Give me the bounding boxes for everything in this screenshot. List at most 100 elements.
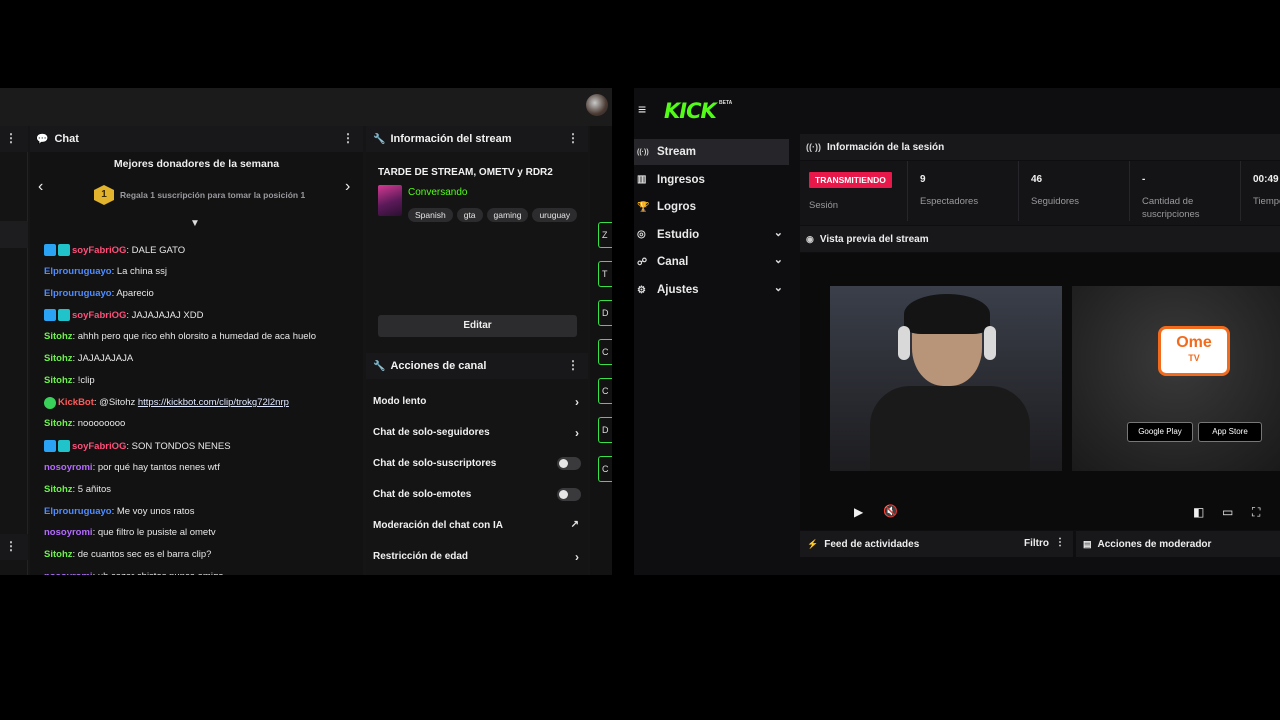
channel-action-item[interactable]: Restricción de edad › <box>373 550 583 564</box>
sidebar-item-label: Logros <box>657 201 696 214</box>
more-options-icon[interactable]: ⋮ <box>5 539 17 553</box>
toggle-switch[interactable] <box>557 457 581 470</box>
channel-action-item[interactable]: Moderación del chat con IA ↗ <box>373 519 583 531</box>
sidebar-item-estudio[interactable]: ◎ Estudio ⌄ <box>634 222 789 248</box>
verified-icon <box>44 396 56 409</box>
channel-action-label: Chat de solo-suscriptores <box>373 458 497 469</box>
chat-message: soyFabriOG: SON TONDOS NENES <box>44 440 231 453</box>
quick-action-button[interactable]: D <box>598 417 612 443</box>
external-link-icon[interactable]: ↗ <box>571 519 579 530</box>
more-options-icon[interactable]: ⋮ <box>5 131 17 145</box>
channel-action-item[interactable]: Chat de solo-seguidores › <box>373 426 583 440</box>
chat-message: Elprouruguayo: Me voy unos ratos <box>44 506 194 517</box>
quick-action-button[interactable]: T <box>598 261 612 287</box>
quick-action-button[interactable]: C <box>598 339 612 365</box>
google-play-badge: Google Play <box>1127 422 1193 442</box>
chevron-right-icon[interactable]: › <box>575 395 579 409</box>
chat-text: : ahhh pero que rico ehh olorsito a hume… <box>72 331 316 343</box>
sidebar-item-logros[interactable]: 🏆 Logros <box>634 194 789 220</box>
tag: gta <box>456 208 483 222</box>
live-status-badge: TRANSMITIENDO <box>809 172 892 188</box>
trophy-icon: 🏆 <box>637 201 650 213</box>
chat-message: Sitohz: ahhh pero que rico ehh olorsito … <box>44 331 316 342</box>
wrench-icon: 🔧 <box>373 133 386 145</box>
left-strip-item[interactable] <box>0 221 28 248</box>
webcam-feed <box>830 286 1062 471</box>
divider <box>1240 161 1241 221</box>
chat-message: nosoyromi: uh cazar chistes nunca amigo <box>44 571 224 575</box>
chat-username[interactable]: soyFabriOG <box>72 245 126 256</box>
fullscreen-icon[interactable]: ⛶ <box>1252 505 1260 520</box>
chevron-down-icon[interactable]: ⌄ <box>774 281 783 294</box>
chevron-right-icon[interactable]: › <box>575 550 579 564</box>
pip-icon[interactable]: ◧ <box>1193 505 1204 519</box>
badge-icon <box>44 309 56 322</box>
sidebar-item-canal[interactable]: ☍ Canal ⌄ <box>634 249 789 275</box>
channel-icon: ☍ <box>637 256 648 268</box>
more-options-icon[interactable]: ⋮ <box>567 358 579 372</box>
chat-username[interactable]: Elprouruguayo <box>44 288 112 299</box>
chat-text: : La china ssj <box>111 265 168 277</box>
viewers-value: 9 <box>920 174 926 185</box>
chevron-right-icon[interactable]: › <box>345 178 350 196</box>
filter-button[interactable]: Filtro <box>1024 538 1049 549</box>
channel-action-item[interactable]: Modo lento › <box>373 395 583 409</box>
chat-username[interactable]: Sitohz <box>44 331 73 342</box>
chat-username[interactable]: soyFabriOG <box>72 441 126 452</box>
beta-badge: BETA <box>719 100 733 106</box>
more-options-icon[interactable]: ⋮ <box>1055 537 1065 548</box>
chat-username[interactable]: Sitohz <box>44 484 73 495</box>
channel-action-label: Moderación del chat con IA <box>373 520 504 531</box>
quick-action-button[interactable]: D <box>598 300 612 326</box>
collapse-icon[interactable]: ▼ <box>190 218 200 229</box>
chat-username[interactable]: nosoyromi <box>44 527 93 538</box>
channel-action-item[interactable]: Chat de solo-emotes <box>373 488 583 501</box>
chevron-left-icon[interactable]: ‹ <box>38 178 43 196</box>
chevron-right-icon[interactable]: › <box>575 426 579 440</box>
sidebar-item-ajustes[interactable]: ⚙ Ajustes ⌄ <box>634 277 789 303</box>
mute-icon[interactable]: 🔇 <box>883 504 898 518</box>
more-options-icon[interactable]: ⋮ <box>342 131 354 145</box>
chevron-down-icon[interactable]: ⌄ <box>774 253 783 266</box>
channel-action-item[interactable]: Chat de solo-suscriptores <box>373 457 583 470</box>
chat-username[interactable]: soyFabriOG <box>72 310 126 321</box>
chat-username[interactable]: nosoyromi <box>44 462 93 473</box>
toggle-switch[interactable] <box>557 488 581 501</box>
chat-username[interactable]: Sitohz <box>44 375 73 386</box>
stream-info-header: 🔧 Información del stream ⋮ <box>366 126 588 152</box>
more-options-icon[interactable]: ⋮ <box>567 131 579 145</box>
chat-text: : DALE GATO <box>126 244 186 256</box>
quick-action-button[interactable]: Z <box>598 222 612 248</box>
sidebar-item-stream[interactable]: ((·)) Stream <box>634 139 789 165</box>
top-bar <box>0 88 612 126</box>
activity-feed-header: ⚡ Feed de actividades Filtro ⋮ <box>800 531 1073 557</box>
chat-link[interactable]: https://kickbot.com/clip/trokg72l2nrp <box>138 397 289 408</box>
sidebar-item-label: Stream <box>657 146 696 158</box>
channel-action-label: Chat de solo-emotes <box>373 489 472 500</box>
theater-icon[interactable]: ▭ <box>1222 505 1233 519</box>
chevron-down-icon[interactable]: ⌄ <box>774 226 783 239</box>
chat-username[interactable]: Sitohz <box>44 549 73 560</box>
chat-username[interactable]: nosoyromi <box>44 571 93 575</box>
sidebar-item-ingresos[interactable]: ▥ Ingresos <box>634 167 789 193</box>
chat-username[interactable]: Sitohz <box>44 418 73 429</box>
quick-action-button[interactable]: C <box>598 456 612 482</box>
time-value: 00:49 <box>1253 174 1279 185</box>
chat-username[interactable]: Sitohz <box>44 353 73 364</box>
ometv-feed: Ome TV Google Play App Store <box>1072 286 1280 471</box>
kick-logo[interactable]: KICK <box>664 99 717 123</box>
right-collapsed-panel: ZTDCCDC <box>590 126 612 575</box>
avatar[interactable] <box>586 94 608 116</box>
chat-username[interactable]: Elprouruguayo <box>44 266 112 277</box>
chat-text: : uh cazar chistes nunca amigo <box>93 571 224 575</box>
edit-button[interactable]: Editar <box>378 315 577 337</box>
hamburger-menu-icon[interactable]: ≡ <box>638 101 646 117</box>
viewers-label: Espectadores <box>920 196 979 207</box>
chat-username[interactable]: Elprouruguayo <box>44 506 112 517</box>
chat-message: soyFabriOG: DALE GATO <box>44 244 185 256</box>
play-icon[interactable]: ▶ <box>854 505 863 519</box>
tag: Spanish <box>408 208 453 222</box>
quick-action-button[interactable]: C <box>598 378 612 404</box>
chat-username[interactable]: KickBot <box>58 397 94 408</box>
donors-title: Mejores donadores de la semana <box>113 158 280 170</box>
